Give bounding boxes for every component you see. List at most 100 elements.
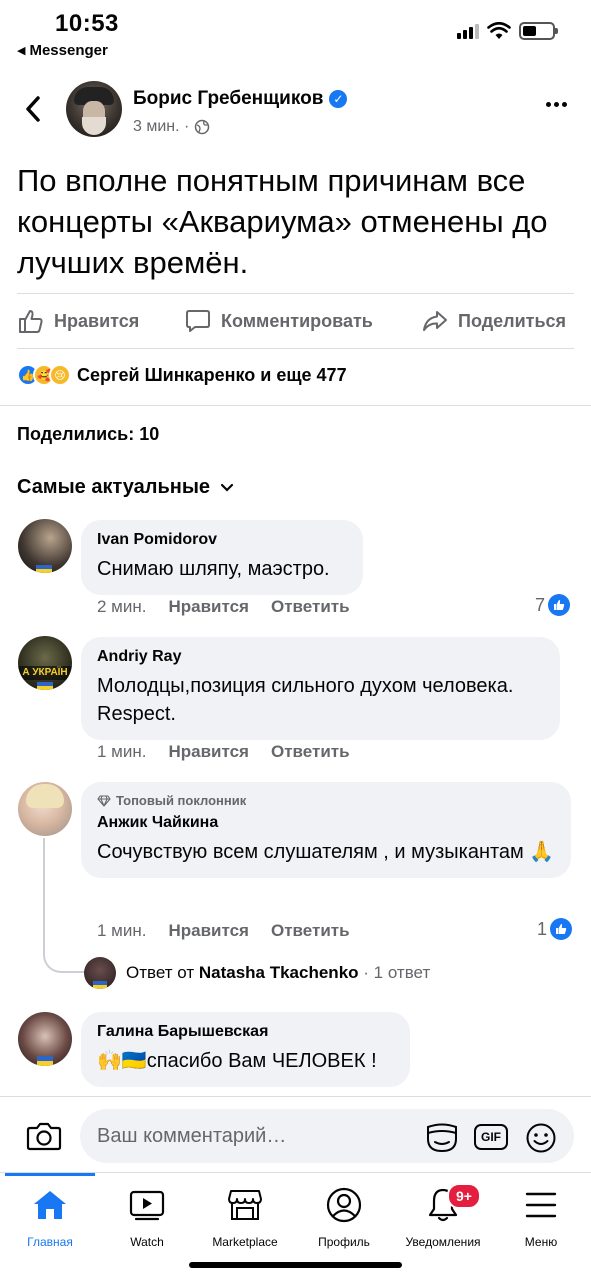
back-app-label: Messenger xyxy=(29,42,108,59)
post-header: Борис Гребенщиков ✓ 3 мин. · xyxy=(0,80,591,140)
top-fan-label: Топовый поклонник xyxy=(116,793,247,808)
back-to-app-link[interactable]: ◀ Messenger xyxy=(17,42,108,59)
divider xyxy=(0,405,591,406)
back-chevron-icon[interactable] xyxy=(22,94,44,124)
comment-bubble[interactable]: Ivan Pomidorov Снимаю шляпу, маэстро. xyxy=(81,520,363,595)
comment-like-button[interactable]: Нравится xyxy=(168,921,249,941)
comment-meta: 1 мин. Нравится Ответить xyxy=(97,742,350,762)
comment-like-button[interactable]: Нравится xyxy=(168,597,249,617)
camera-icon[interactable] xyxy=(26,1121,62,1151)
comment-composer: GIF xyxy=(0,1096,591,1174)
commenter-avatar[interactable] xyxy=(18,782,72,836)
battery-icon xyxy=(519,22,558,40)
post-action-bar: Нравится Комментировать Поделиться xyxy=(0,297,591,347)
comment-reply-button[interactable]: Ответить xyxy=(271,597,350,617)
comment-label: Комментировать xyxy=(221,310,373,331)
nav-watch-label: Watch xyxy=(130,1235,164,1249)
comment-text: Молодцы,позиция сильного духом человека.… xyxy=(97,675,514,725)
watch-icon xyxy=(129,1190,165,1221)
menu-icon xyxy=(525,1192,557,1218)
reply-author-avatar xyxy=(84,957,116,989)
globe-icon xyxy=(195,119,210,135)
like-badge-icon xyxy=(548,594,571,616)
commenter-avatar[interactable] xyxy=(18,519,72,573)
avatar-sticker-icon[interactable] xyxy=(425,1123,459,1153)
comment-text: Сочувствую всем слушателям , и музыканта… xyxy=(97,841,555,863)
share-icon xyxy=(423,311,447,331)
like-button[interactable]: Нравится xyxy=(18,308,139,334)
reply-count: · 1 ответ xyxy=(363,963,431,982)
comment-meta: 2 мин. Нравится Ответить xyxy=(97,597,350,617)
marketplace-icon xyxy=(228,1190,262,1220)
nav-marketplace[interactable]: Marketplace xyxy=(195,1185,295,1249)
commenter-name[interactable]: Галина Барышевская xyxy=(97,1023,394,1041)
comment-reply-button[interactable]: Ответить xyxy=(271,921,350,941)
reply-author: Natasha Tkachenko xyxy=(198,963,359,982)
status-time: 10:53 xyxy=(55,10,119,37)
home-icon xyxy=(34,1191,66,1219)
comment-time: 1 мин. xyxy=(97,921,147,940)
reply-thread-line xyxy=(43,838,85,973)
comment-sort-selector[interactable]: Самые актуальные xyxy=(17,476,234,499)
author-name-text: Борис Гребенщиков xyxy=(133,88,324,109)
author-avatar[interactable] xyxy=(66,81,122,137)
active-tab-indicator xyxy=(5,1173,95,1176)
comment-bubble[interactable]: Andriy Ray Молодцы,позиция сильного духо… xyxy=(81,637,560,740)
comment-bubble[interactable]: Топовый поклонник Анжик Чайкина Сочувств… xyxy=(81,782,571,878)
top-fan-badge: Топовый поклонник xyxy=(97,793,555,808)
nav-profile[interactable]: Профиль xyxy=(294,1185,394,1249)
divider xyxy=(17,348,574,349)
reactions-summary[interactable]: 👍 🥰 😢 Сергей Шинкаренко и еще 477 xyxy=(17,364,347,386)
comment-meta: 1 мин. Нравится Ответить xyxy=(97,921,350,941)
commenter-avatar[interactable]: А УКРАЇН xyxy=(18,636,72,690)
comment-likes[interactable]: 1 xyxy=(537,918,573,940)
nav-menu[interactable]: Меню xyxy=(491,1185,591,1249)
sad-reaction-icon: 😢 xyxy=(49,364,71,386)
commenter-name[interactable]: Ivan Pomidorov xyxy=(97,531,347,549)
post-time: 3 мин. · xyxy=(133,118,190,135)
post-text: По вполне понятным причинам все концерты… xyxy=(17,163,548,280)
comment-likes-count: 7 xyxy=(535,594,546,615)
more-options-icon[interactable] xyxy=(546,102,567,107)
nav-watch[interactable]: Watch xyxy=(97,1185,197,1249)
thumbs-up-icon xyxy=(19,310,43,333)
commenter-name[interactable]: Анжик Чайкина xyxy=(97,814,555,832)
comment-likes[interactable]: 7 xyxy=(535,594,571,616)
diamond-icon xyxy=(97,794,111,807)
comment-time: 1 мин. xyxy=(97,742,147,761)
comment-icon xyxy=(186,310,210,332)
nav-notifications[interactable]: 9+ Уведомления xyxy=(393,1183,493,1249)
view-replies-link[interactable]: Ответ от Natasha Tkachenko · 1 ответ xyxy=(84,957,430,989)
divider xyxy=(17,293,574,294)
back-triangle-icon: ◀ xyxy=(17,45,26,57)
author-name[interactable]: Борис Гребенщиков ✓ xyxy=(133,88,348,110)
nav-menu-label: Меню xyxy=(524,1235,558,1249)
verified-icon: ✓ xyxy=(329,90,348,108)
reaction-icons: 👍 🥰 😢 xyxy=(17,364,71,386)
comment-likes-count: 1 xyxy=(537,918,548,939)
nav-home-label: Главная xyxy=(27,1235,73,1249)
nav-home[interactable]: Главная xyxy=(0,1185,100,1249)
comment-button[interactable]: Комментировать xyxy=(185,308,373,334)
emoji-icon[interactable] xyxy=(525,1122,557,1154)
comment-time: 2 мин. xyxy=(97,597,147,616)
shares-count[interactable]: Поделились: 10 xyxy=(17,424,159,445)
avatar-frame-text: А УКРАЇН xyxy=(22,667,68,678)
notifications-badge: 9+ xyxy=(447,1183,481,1209)
reactions-summary-text: Сергей Шинкаренко и еще 477 xyxy=(77,364,347,385)
commenter-name[interactable]: Andriy Ray xyxy=(97,648,544,666)
share-label: Поделиться xyxy=(458,310,567,331)
reply-prefix: Ответ от xyxy=(126,963,195,982)
home-indicator[interactable] xyxy=(189,1262,402,1268)
comment-like-button[interactable]: Нравится xyxy=(168,742,249,762)
signal-icon xyxy=(457,23,479,39)
comment-bubble[interactable]: Галина Барышевская 🙌🇺🇦спасибо Вам ЧЕЛОВЕ… xyxy=(81,1012,410,1087)
like-badge-icon xyxy=(550,918,573,940)
gif-icon[interactable]: GIF xyxy=(474,1124,508,1150)
wifi-icon xyxy=(487,22,511,39)
commenter-avatar[interactable] xyxy=(18,1012,72,1066)
status-icons xyxy=(457,22,558,40)
share-button[interactable]: Поделиться xyxy=(422,308,566,334)
nav-notifications-label: Уведомления xyxy=(405,1235,481,1249)
comment-reply-button[interactable]: Ответить xyxy=(271,742,350,762)
